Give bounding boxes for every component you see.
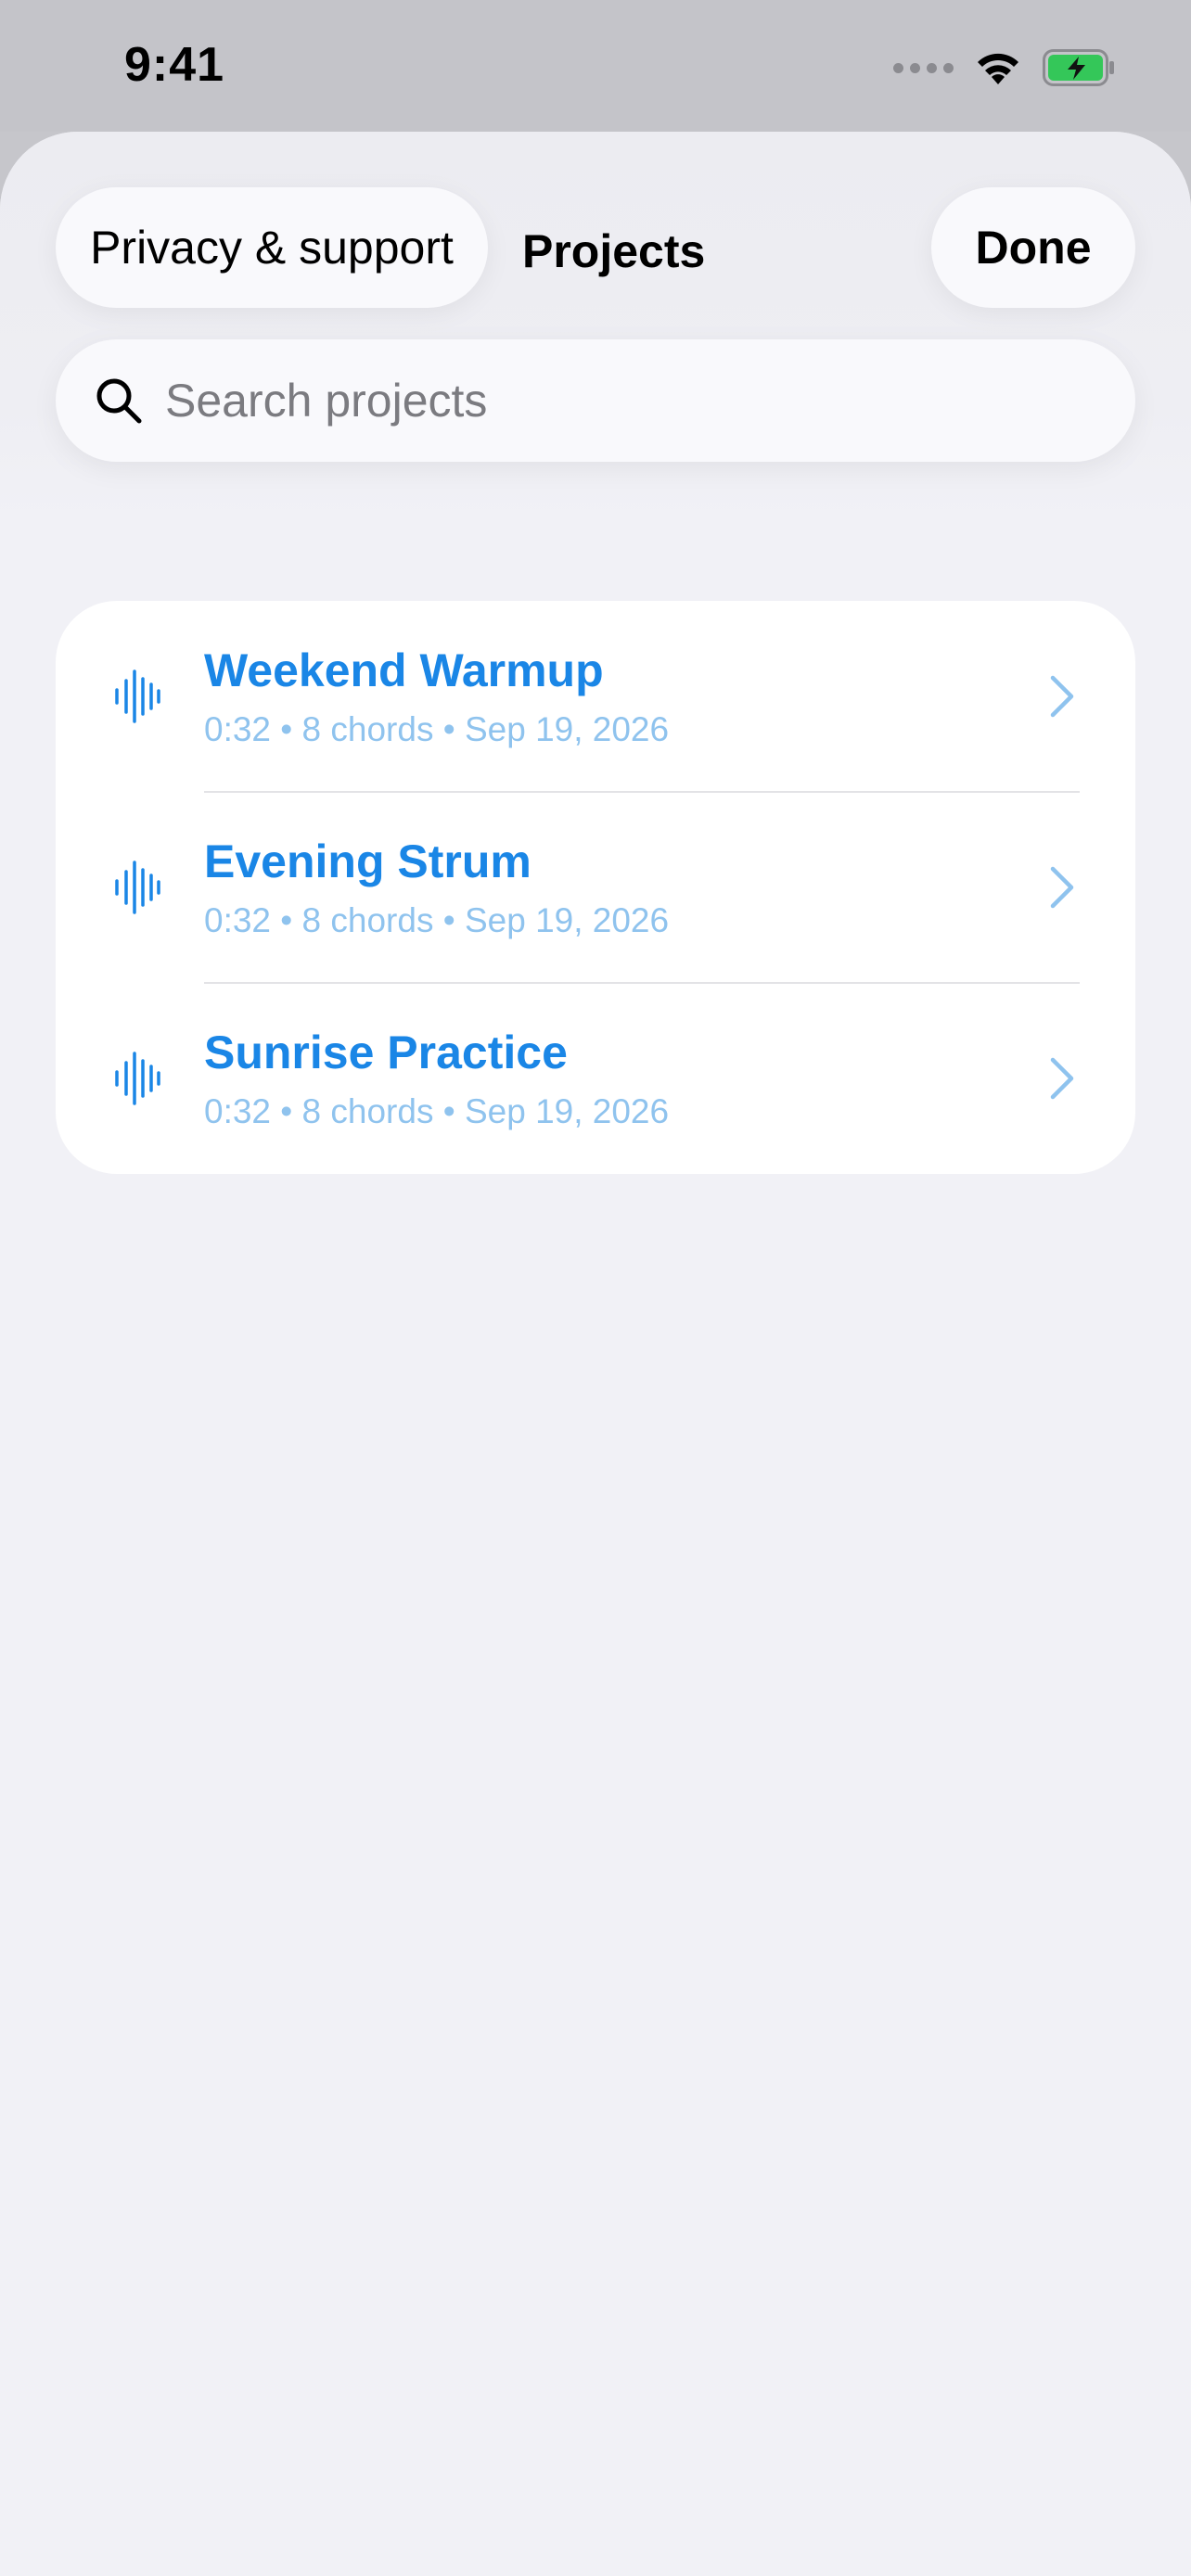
- search-input[interactable]: [165, 363, 1093, 438]
- chevron-right-icon: [1050, 1057, 1074, 1100]
- status-indicators: [893, 45, 1115, 91]
- list-item[interactable]: Evening Strum 0:32 • 8 chords • Sep 19, …: [56, 792, 1135, 983]
- search-bar[interactable]: [56, 339, 1135, 462]
- project-title: Weekend Warmup: [204, 644, 604, 696]
- chevron-right-icon: [1050, 866, 1074, 909]
- status-bar: 9:41: [0, 0, 1191, 132]
- battery-charging-icon: [1043, 49, 1114, 86]
- project-title: Sunrise Practice: [204, 1027, 568, 1078]
- waveform-icon: [115, 670, 160, 723]
- project-title: Evening Strum: [204, 835, 531, 887]
- cellular-signal-icon: [893, 62, 954, 73]
- waveform-icon: [115, 1052, 160, 1105]
- done-button[interactable]: Done: [931, 187, 1135, 308]
- project-details: 0:32 • 8 chords • Sep 19, 2026: [204, 901, 670, 939]
- status-time: 9:41: [124, 38, 225, 92]
- privacy-support-button[interactable]: Privacy & support: [56, 187, 488, 308]
- chevron-right-icon: [1050, 675, 1074, 718]
- projects-sheet: Privacy & support Projects Done Weekend …: [0, 132, 1191, 2576]
- project-details: 0:32 • 8 chords • Sep 19, 2026: [204, 710, 670, 748]
- list-item[interactable]: Weekend Warmup 0:32 • 8 chords • Sep 19,…: [56, 601, 1135, 792]
- list-item[interactable]: Sunrise Practice 0:32 • 8 chords • Sep 1…: [56, 983, 1135, 1174]
- wifi-icon: [978, 53, 1018, 84]
- project-details: 0:32 • 8 chords • Sep 19, 2026: [204, 1092, 670, 1130]
- projects-list: Weekend Warmup 0:32 • 8 chords • Sep 19,…: [56, 601, 1135, 1174]
- waveform-icon: [115, 861, 160, 914]
- page-title: Projects: [522, 225, 706, 277]
- search-icon: [96, 378, 142, 424]
